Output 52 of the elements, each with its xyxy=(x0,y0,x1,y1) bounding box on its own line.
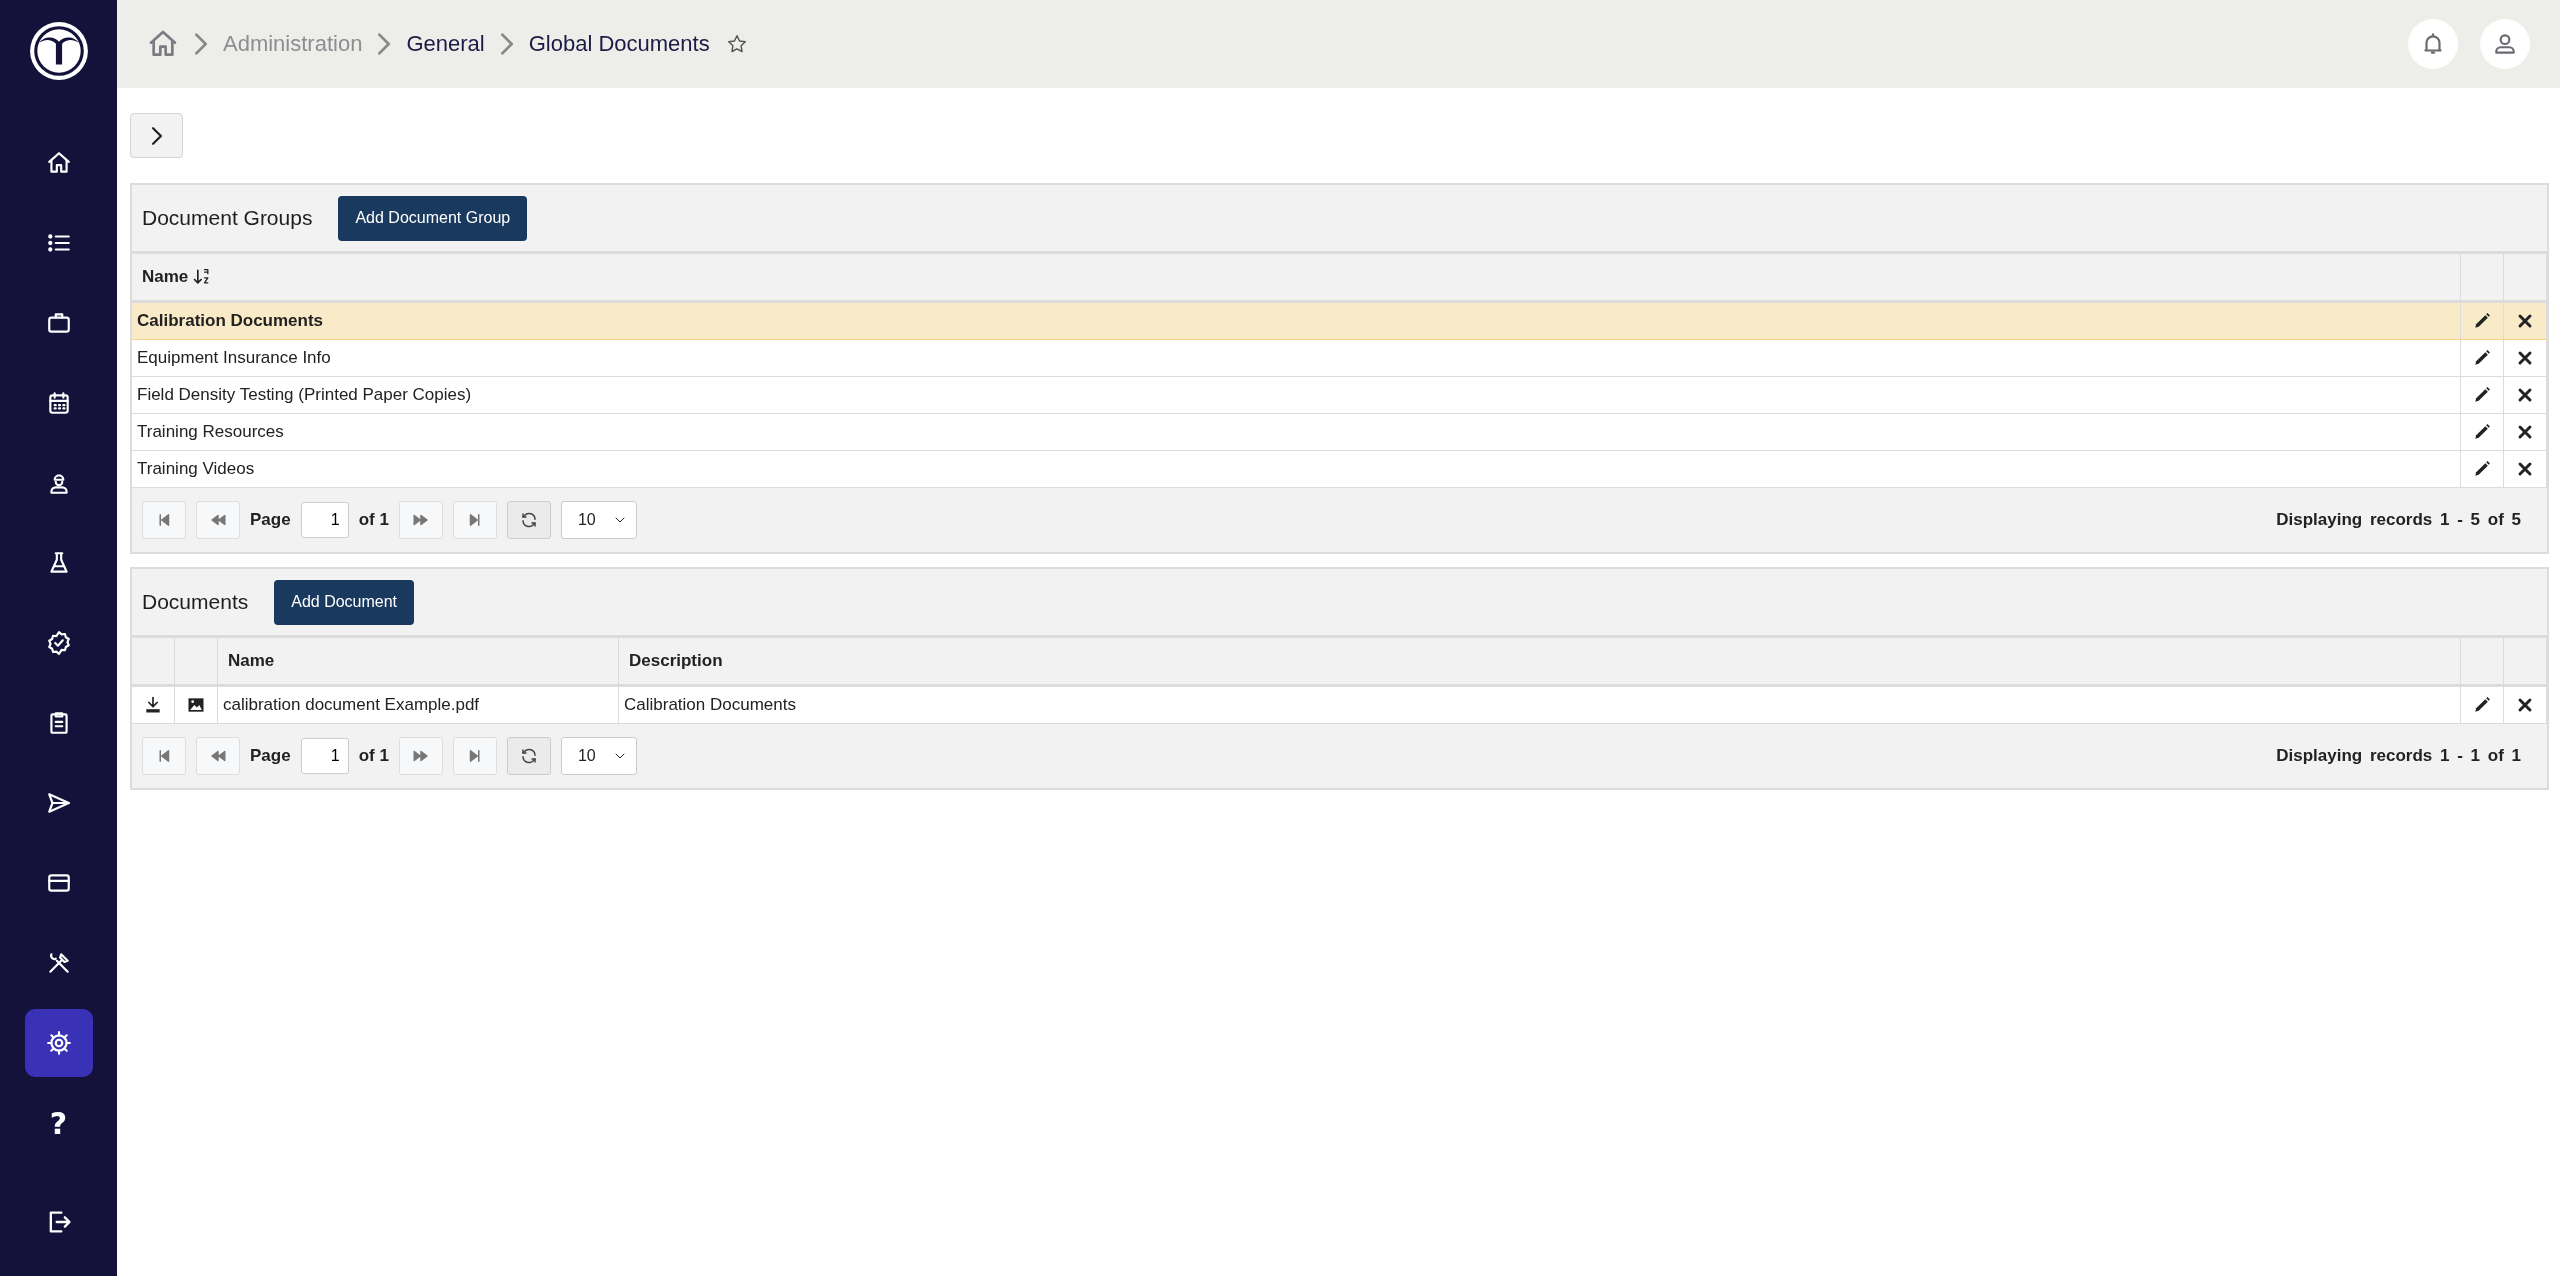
help-button[interactable]: ? xyxy=(24,1089,93,1157)
page-count: of 1 xyxy=(358,510,389,530)
table-cell: calibration document Example.pdf xyxy=(217,685,619,724)
refresh-button[interactable] xyxy=(506,737,551,775)
last-page-button[interactable] xyxy=(452,737,497,775)
refresh-button[interactable] xyxy=(506,501,551,539)
chevron-right-icon xyxy=(378,33,391,55)
records-summary: Displaying records 1 - 1 of 1 xyxy=(2276,746,2522,766)
fast-forward-button[interactable] xyxy=(398,501,443,539)
person-icon xyxy=(2492,31,2518,57)
chevron-right-icon xyxy=(500,33,513,55)
send-icon xyxy=(45,790,72,816)
expand-button[interactable] xyxy=(130,113,183,158)
breadcrumb-link[interactable]: Global Documents xyxy=(528,31,710,57)
page-size-select[interactable]: 10 xyxy=(560,501,637,539)
panel-title: Documents xyxy=(142,590,249,614)
column-header[interactable]: Name xyxy=(142,267,189,287)
logo[interactable] xyxy=(27,20,90,82)
rewind-button[interactable] xyxy=(196,501,240,539)
first-page-button[interactable] xyxy=(142,501,186,539)
page-input[interactable]: 1 xyxy=(300,502,349,538)
profile-button[interactable] xyxy=(2480,19,2530,69)
page-label: Page xyxy=(250,746,291,766)
refresh-icon xyxy=(519,747,538,765)
settings-nav-button[interactable] xyxy=(24,1009,93,1077)
last-page-button[interactable] xyxy=(452,501,497,539)
page-input[interactable]: 1 xyxy=(300,738,349,774)
notifications-button[interactable] xyxy=(2408,19,2458,69)
page-count: of 1 xyxy=(358,746,389,766)
star-icon[interactable] xyxy=(725,33,748,55)
settings-icon xyxy=(45,1030,72,1056)
page-size-select[interactable]: 10 xyxy=(560,737,637,775)
download-icon[interactable] xyxy=(143,695,163,716)
table-cell: Calibration Documents xyxy=(618,685,2461,724)
briefcase-icon xyxy=(45,310,72,336)
column-header[interactable]: Description xyxy=(629,651,723,671)
first-page-button[interactable] xyxy=(142,737,186,775)
column-header[interactable]: Name xyxy=(228,651,275,671)
chevron-right-icon xyxy=(151,126,162,145)
table-row[interactable]: calibration document Example.pdf Calibration Documents xyxy=(132,685,2547,724)
fast-forward-button[interactable] xyxy=(398,737,443,775)
check-badge-icon xyxy=(45,630,72,656)
panel-title: Document Groups xyxy=(142,206,313,230)
chevron-right-icon xyxy=(195,33,207,55)
add-button[interactable]: Add Document xyxy=(274,579,415,625)
home-icon xyxy=(45,150,72,176)
rewind-button[interactable] xyxy=(196,737,240,775)
records-summary: Displaying records 1 - 5 of 5 xyxy=(2276,510,2522,530)
page-label: Page xyxy=(250,510,291,530)
breadcrumb-link[interactable]: General xyxy=(406,31,485,57)
refresh-icon xyxy=(519,511,538,529)
add-button[interactable]: Add Document Group xyxy=(338,195,528,241)
